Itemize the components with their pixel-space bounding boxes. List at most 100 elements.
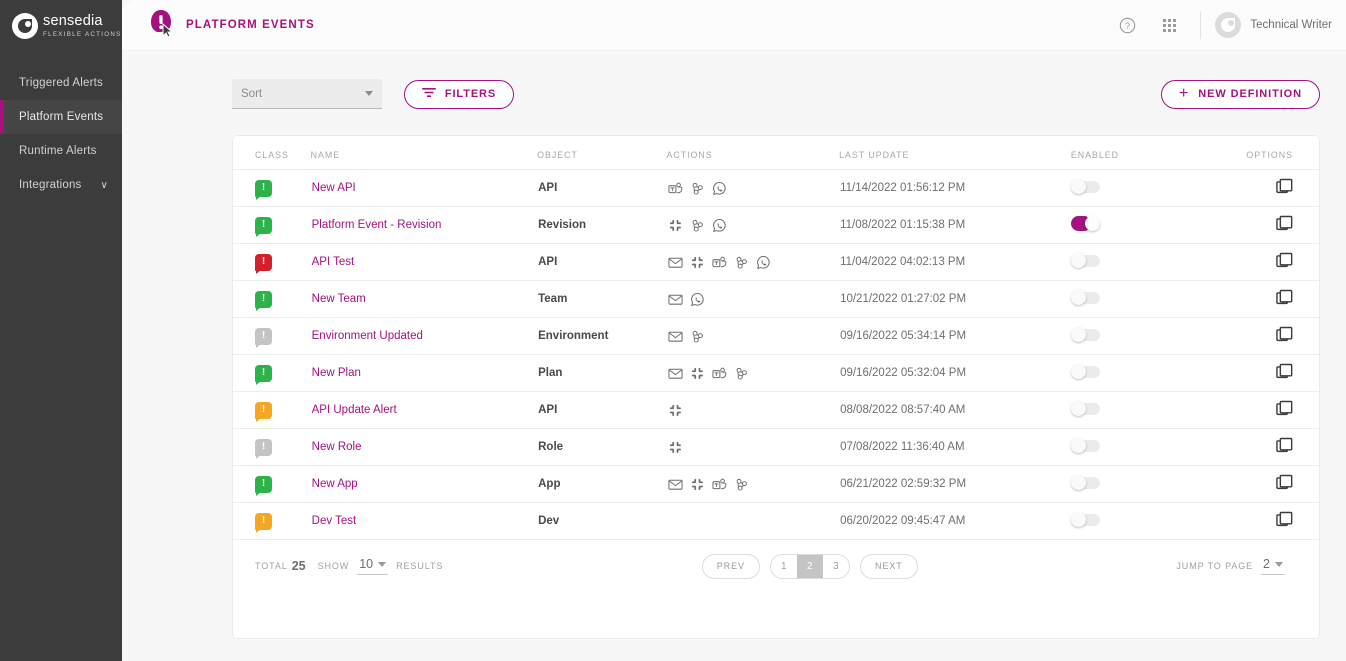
email-action-icon[interactable] (668, 477, 683, 492)
slack-action-icon[interactable] (690, 366, 705, 381)
enabled-toggle[interactable] (1072, 292, 1100, 304)
new-definition-button[interactable]: + NEW DEFINITION (1161, 80, 1320, 109)
teams-action-icon[interactable] (712, 477, 727, 492)
brand-logo[interactable]: sensedia FLEXIBLE ACTIONS (0, 0, 122, 52)
toggle-knob (1071, 438, 1086, 453)
chevron-down-icon (1275, 562, 1283, 567)
enabled-toggle[interactable] (1072, 440, 1100, 452)
cell-name: API Update Alert (311, 392, 537, 429)
enabled-toggle[interactable] (1072, 403, 1100, 415)
cell-name: New Role (311, 429, 537, 466)
header-actions: ? Technical Writer (1112, 10, 1332, 40)
event-name-link[interactable]: Environment Updated (312, 330, 423, 342)
enabled-toggle[interactable] (1072, 514, 1100, 526)
sidebar-item-integrations[interactable]: Integrations ∨ (0, 168, 122, 202)
enabled-toggle[interactable] (1072, 181, 1100, 193)
duplicate-icon[interactable] (1276, 437, 1293, 454)
page-size-select[interactable]: 10 (357, 557, 388, 575)
whatsapp-action-icon[interactable] (690, 292, 705, 307)
enabled-toggle[interactable] (1072, 255, 1100, 267)
event-name-link[interactable]: Dev Test (312, 515, 357, 527)
duplicate-icon[interactable] (1276, 363, 1293, 380)
event-name-link[interactable]: New Team (312, 293, 366, 305)
cell-enabled (1071, 244, 1211, 281)
sort-select[interactable]: Sort (232, 79, 382, 109)
duplicate-icon[interactable] (1276, 252, 1293, 269)
enabled-toggle[interactable] (1072, 329, 1100, 341)
slack-action-icon[interactable] (668, 218, 683, 233)
cell-options (1211, 466, 1319, 503)
webhook-action-icon[interactable] (690, 218, 705, 233)
event-name-link[interactable]: New Role (312, 441, 362, 453)
event-name-link[interactable]: New API (312, 182, 356, 194)
cell-class: ! (233, 355, 311, 392)
event-name-link[interactable]: New Plan (312, 367, 361, 379)
enabled-toggle[interactable] (1072, 218, 1100, 230)
event-name-link[interactable]: API Test (312, 256, 355, 268)
event-name-link[interactable]: New App (312, 478, 358, 490)
duplicate-icon[interactable] (1276, 511, 1293, 528)
duplicate-icon[interactable] (1276, 289, 1293, 306)
webhook-action-icon[interactable] (690, 329, 705, 344)
cell-class: ! (233, 244, 311, 281)
cell-actions (667, 429, 840, 466)
email-action-icon[interactable] (668, 366, 683, 381)
page-number-button[interactable]: 1 (771, 555, 797, 578)
cell-actions (667, 466, 840, 503)
duplicate-icon[interactable] (1276, 474, 1293, 491)
sidebar-item-runtime-alerts[interactable]: Runtime Alerts (0, 134, 122, 168)
teams-action-icon[interactable] (668, 181, 683, 196)
page-number-button[interactable]: 3 (823, 555, 849, 578)
cell-object: Environment (537, 318, 666, 355)
duplicate-icon[interactable] (1276, 215, 1293, 232)
duplicate-icon[interactable] (1276, 178, 1293, 195)
toggle-knob (1071, 290, 1086, 305)
cell-last-update: 11/14/2022 01:56:12 PM (839, 170, 1071, 207)
table-row: ! New App App 06/21/2022 02:59:32 PM (233, 466, 1319, 503)
enabled-toggle[interactable] (1072, 477, 1100, 489)
help-circle-icon[interactable]: ? (1112, 10, 1142, 40)
page-number-button[interactable]: 2 (797, 555, 823, 578)
apps-grid-icon[interactable] (1154, 10, 1184, 40)
jump-to-page-select[interactable]: 2 (1261, 557, 1285, 575)
event-name-link[interactable]: Platform Event - Revision (312, 219, 442, 231)
cell-class: ! (233, 429, 311, 466)
sidebar-item-label: Runtime Alerts (19, 145, 97, 157)
webhook-action-icon[interactable] (734, 255, 749, 270)
webhook-action-icon[interactable] (734, 366, 749, 381)
actions-icon-group (668, 292, 839, 307)
slack-action-icon[interactable] (668, 403, 683, 418)
email-action-icon[interactable] (668, 329, 683, 344)
whatsapp-action-icon[interactable] (712, 218, 727, 233)
avatar[interactable] (1215, 12, 1241, 38)
whatsapp-action-icon[interactable] (756, 255, 771, 270)
email-action-icon[interactable] (668, 292, 683, 307)
teams-action-icon[interactable] (712, 255, 727, 270)
sidebar-item-triggered-alerts[interactable]: Triggered Alerts (0, 66, 122, 100)
cell-last-update: 10/21/2022 01:27:02 PM (839, 281, 1071, 318)
duplicate-icon[interactable] (1276, 326, 1293, 343)
cell-actions (667, 392, 840, 429)
table-footer: TOTAL 25 SHOW 10 RESULTS PREV 123 NEXT J… (233, 540, 1319, 592)
next-page-button[interactable]: NEXT (860, 554, 918, 579)
email-action-icon[interactable] (668, 255, 683, 270)
sidebar: sensedia FLEXIBLE ACTIONS Triggered Aler… (0, 0, 122, 661)
events-card: CLASS NAME OBJECT ACTIONS LAST UPDATE EN… (232, 135, 1320, 639)
slack-action-icon[interactable] (668, 440, 683, 455)
cell-object: API (537, 392, 666, 429)
duplicate-icon[interactable] (1276, 400, 1293, 417)
table-row: ! New Role Role 07/08/2022 11:36:40 AM (233, 429, 1319, 466)
slack-action-icon[interactable] (690, 477, 705, 492)
slack-action-icon[interactable] (690, 255, 705, 270)
enabled-toggle[interactable] (1072, 366, 1100, 378)
whatsapp-action-icon[interactable] (712, 181, 727, 196)
webhook-action-icon[interactable] (690, 181, 705, 196)
prev-page-button[interactable]: PREV (702, 554, 760, 579)
webhook-action-icon[interactable] (734, 477, 749, 492)
sidebar-item-platform-events[interactable]: Platform Events (0, 100, 122, 134)
filters-button[interactable]: FILTERS (404, 80, 514, 109)
cell-object: Dev (537, 503, 666, 540)
filter-icon (422, 87, 436, 101)
event-name-link[interactable]: API Update Alert (312, 404, 397, 416)
teams-action-icon[interactable] (712, 366, 727, 381)
